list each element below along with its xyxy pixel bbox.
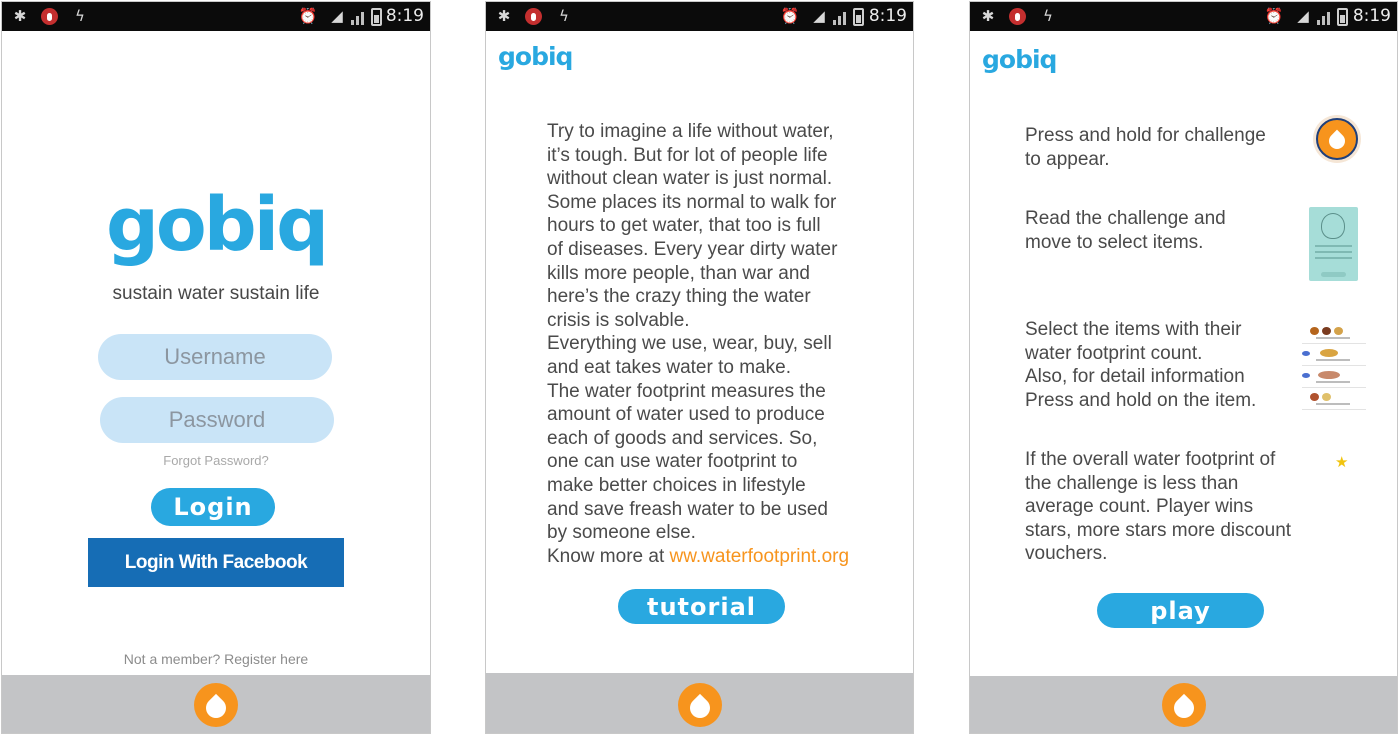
food-caption <box>1316 359 1350 361</box>
login-screen: ✱ ϟ ⏰ ◢ 8:19 gobiq sustain water sustain… <box>1 1 431 734</box>
mic-muted-icon <box>1009 8 1026 25</box>
food-row <box>1302 346 1366 366</box>
water-drop-icon[interactable] <box>1161 683 1206 727</box>
charging-bolt-icon: ϟ <box>1043 6 1053 25</box>
card-line <box>1315 245 1352 247</box>
water-drop-icon[interactable] <box>677 683 722 727</box>
food-dot <box>1318 371 1340 379</box>
signal-bars-icon <box>1317 9 1330 25</box>
charging-bolt-icon: ϟ <box>559 6 569 25</box>
alarm-clock-icon: ⏰ <box>1264 6 1284 25</box>
password-input[interactable] <box>100 397 334 443</box>
face-sketch <box>1321 213 1345 239</box>
bottom-nav-bar <box>2 675 430 733</box>
register-link[interactable]: Not a member? Register here <box>2 651 430 667</box>
wifi-icon: ◢ <box>1297 6 1309 25</box>
app-logo: gobiq <box>498 42 573 71</box>
app-logo: gobiq <box>105 182 329 268</box>
status-bar: ✱ ϟ ⏰ ◢ 8:19 <box>2 2 430 31</box>
card-button <box>1321 272 1346 277</box>
debug-bug-icon: ✱ <box>497 6 511 25</box>
selector-blob <box>1302 351 1310 356</box>
know-more-prefix: Know more at <box>547 545 670 567</box>
play-button[interactable]: play <box>1097 593 1264 628</box>
water-drop-icon[interactable] <box>194 683 238 727</box>
food-row <box>1302 368 1366 388</box>
login-button[interactable]: Login <box>151 488 275 526</box>
drop-shape <box>201 693 231 722</box>
drop-shape <box>685 693 714 722</box>
mic-muted-icon <box>41 8 58 25</box>
food-row <box>1302 390 1366 410</box>
intro-paragraph: Try to imagine a life without water, it’… <box>547 121 838 544</box>
status-time: 8:19 <box>1352 6 1391 26</box>
food-dot <box>1322 327 1331 335</box>
charging-bolt-icon: ϟ <box>75 6 85 25</box>
status-time: 8:19 <box>385 6 424 26</box>
tutorial-button[interactable]: tutorial <box>618 589 785 624</box>
card-line <box>1315 251 1352 253</box>
food-dot <box>1310 327 1319 335</box>
mic-muted-icon <box>525 8 542 25</box>
food-dot <box>1334 327 1343 335</box>
battery-icon <box>853 8 864 26</box>
step-4-text: If the overall water footprint of the ch… <box>1025 449 1292 565</box>
step-2-text: Read the challenge and move to select it… <box>1025 208 1226 253</box>
signal-bars-icon <box>351 9 364 25</box>
challenge-card-icon <box>1309 207 1358 281</box>
battery-icon <box>371 8 382 26</box>
debug-bug-icon: ✱ <box>981 6 995 25</box>
food-dot <box>1322 393 1331 401</box>
water-drop-button-icon <box>1313 115 1361 163</box>
intro-text: Try to imagine a life without water, it’… <box>547 120 857 568</box>
bottom-nav-bar <box>486 673 913 733</box>
food-dot <box>1320 349 1338 357</box>
intro-screen: ✱ ϟ ⏰ ◢ 8:19 gobiq Try to imagine a life… <box>485 1 914 734</box>
alarm-clock-icon: ⏰ <box>298 6 318 25</box>
food-dot <box>1310 393 1319 401</box>
selector-blob <box>1302 373 1310 378</box>
food-items-list-icon <box>1302 324 1366 414</box>
alarm-clock-icon: ⏰ <box>780 6 800 25</box>
bottom-nav-bar <box>970 676 1397 733</box>
food-caption <box>1316 381 1350 383</box>
waterfootprint-link[interactable]: ww.waterfootprint.org <box>670 546 850 567</box>
status-time: 8:19 <box>868 6 907 26</box>
drop-shape <box>1169 693 1198 722</box>
status-bar: ✱ ϟ ⏰ ◢ 8:19 <box>486 2 913 31</box>
debug-bug-icon: ✱ <box>13 6 27 25</box>
food-caption <box>1316 403 1350 405</box>
wifi-icon: ◢ <box>331 6 343 25</box>
food-caption <box>1316 337 1350 339</box>
status-bar: ✱ ϟ ⏰ ◢ 8:19 <box>970 2 1397 31</box>
food-row <box>1302 324 1366 344</box>
wifi-icon: ◢ <box>813 6 825 25</box>
step-1-text: Press and hold for challenge to appear. <box>1025 125 1266 170</box>
forgot-password-link[interactable]: Forgot Password? <box>2 453 430 468</box>
facebook-login-button[interactable]: Login With Facebook <box>88 538 344 587</box>
drop-ring <box>1316 118 1358 160</box>
step-3-text: Select the items with their water footpr… <box>1025 319 1257 411</box>
star-icon: ★ <box>1335 453 1349 471</box>
tagline: sustain water sustain life <box>112 283 320 304</box>
app-logo: gobiq <box>982 45 1057 74</box>
drop-shape <box>1325 129 1349 153</box>
card-line <box>1315 257 1352 259</box>
username-input[interactable] <box>98 334 332 380</box>
battery-icon <box>1337 8 1348 26</box>
how-to-play-screen: ✱ ϟ ⏰ ◢ 8:19 gobiq Press and hold for ch… <box>969 1 1398 734</box>
signal-bars-icon <box>833 9 846 25</box>
